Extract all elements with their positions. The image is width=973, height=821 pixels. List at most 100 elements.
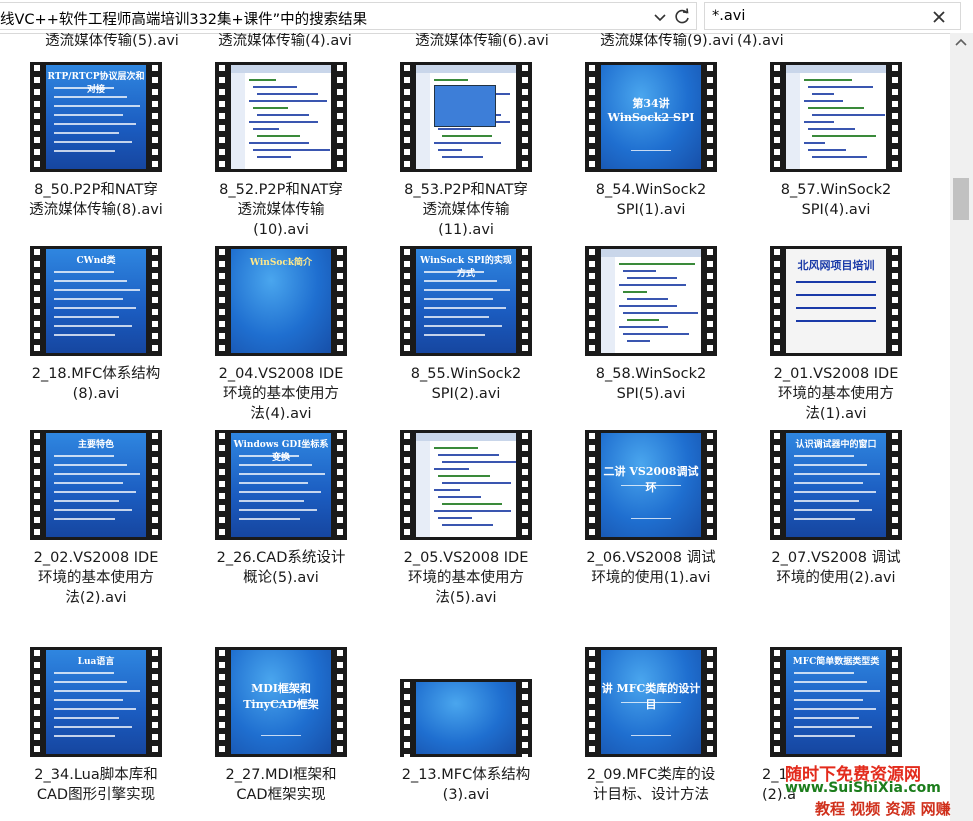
video-thumbnail[interactable] bbox=[400, 679, 532, 757]
video-thumbnail[interactable]: CWnd类 bbox=[30, 246, 162, 356]
video-thumbnail[interactable] bbox=[400, 62, 532, 172]
file-name[interactable]: 2_01.VS2008 IDE 环境的基本使用方 法(1).avi bbox=[746, 364, 926, 424]
file-name[interactable]: 2_18.MFC体系结构 (8).avi bbox=[6, 364, 186, 404]
file-label[interactable]: 透流媒体传输(6).avi bbox=[392, 33, 572, 49]
scrollbar-thumb[interactable] bbox=[953, 178, 969, 220]
video-thumbnail[interactable] bbox=[400, 430, 532, 540]
thumbnail-image: RTP/RTCP协议层次和对接 bbox=[46, 65, 146, 169]
thumbnail-title: WinSock简介 bbox=[249, 258, 313, 268]
film-perforation bbox=[215, 647, 229, 757]
thumbnail-image: Windows GDI坐标系变换 bbox=[231, 433, 331, 537]
video-thumbnail[interactable]: MFC简单数据类型类 bbox=[770, 647, 902, 757]
thumbnail-title: 二讲 VS2008调试环 bbox=[603, 465, 699, 494]
film-perforation bbox=[148, 430, 162, 540]
watermark-line: 教程 视频 资源 网赚 bbox=[815, 800, 951, 818]
address-path[interactable]: 线VC++软件工程师高端培训332集+课件”中的搜索结果 bbox=[0, 8, 367, 29]
chevron-down-icon[interactable] bbox=[652, 9, 668, 25]
file-label[interactable]: 透流媒体传输(4).avi bbox=[195, 33, 375, 49]
film-perforation bbox=[770, 430, 784, 540]
video-thumbnail[interactable] bbox=[585, 246, 717, 356]
file-name[interactable]: 8_57.WinSock2 SPI(4).avi bbox=[746, 180, 926, 220]
file-name[interactable]: 8_53.P2P和NAT穿 透流媒体传输 (11).avi bbox=[376, 180, 556, 240]
video-thumbnail[interactable]: WinSock简介 bbox=[215, 246, 347, 356]
file-name[interactable]: 2_04.VS2008 IDE 环境的基本使用方 法(4).avi bbox=[191, 364, 371, 424]
thumbnail-image bbox=[416, 65, 516, 169]
address-bar[interactable]: 线VC++软件工程师高端培训332集+课件”中的搜索结果 bbox=[0, 2, 697, 30]
thumbnail-image: MFC简单数据类型类 bbox=[786, 650, 886, 754]
video-thumbnail[interactable]: MDI框架和TinyCAD框架 bbox=[215, 647, 347, 757]
film-perforation bbox=[148, 647, 162, 757]
video-thumbnail[interactable] bbox=[215, 62, 347, 172]
file-name[interactable]: 2_13.MFC体系结构 (3).avi bbox=[376, 765, 556, 805]
film-perforation bbox=[703, 647, 717, 757]
video-thumbnail[interactable]: 主要特色 bbox=[30, 430, 162, 540]
film-perforation bbox=[333, 647, 347, 757]
film-perforation bbox=[215, 246, 229, 356]
video-thumbnail[interactable] bbox=[770, 62, 902, 172]
thumbnail-image bbox=[416, 682, 516, 754]
file-name[interactable]: 2_09.MFC类库的设 计目标、设计方法 bbox=[561, 765, 741, 805]
video-thumbnail[interactable]: Windows GDI坐标系变换 bbox=[215, 430, 347, 540]
file-name[interactable]: 2_07.VS2008 调试 环境的使用(2).avi bbox=[746, 548, 926, 588]
film-perforation bbox=[585, 246, 599, 356]
film-perforation bbox=[703, 430, 717, 540]
thumbnail-image: 认识调试器中的窗口 bbox=[786, 433, 886, 537]
file-name[interactable]: 8_50.P2P和NAT穿 透流媒体传输(8).avi bbox=[6, 180, 186, 220]
thumbnail-title: 第34讲 WinSock2 SPI bbox=[607, 97, 695, 124]
film-perforation bbox=[148, 62, 162, 172]
vertical-scrollbar[interactable] bbox=[950, 33, 973, 821]
thumbnail-title: MDI框架和TinyCAD框架 bbox=[243, 682, 319, 711]
thumbnail-image: 二讲 VS2008调试环 bbox=[601, 433, 701, 537]
search-box[interactable]: *.avi bbox=[704, 2, 961, 30]
scroll-up-icon[interactable] bbox=[955, 37, 967, 47]
film-perforation bbox=[30, 647, 44, 757]
film-perforation bbox=[585, 62, 599, 172]
watermark: 随时下免费资源网 www.SuiShiXia.com 教程 视频 资源 网赚 bbox=[785, 760, 973, 821]
close-icon[interactable] bbox=[931, 9, 947, 25]
thumbnail-image: MDI框架和TinyCAD框架 bbox=[231, 650, 331, 754]
film-perforation bbox=[333, 246, 347, 356]
thumbnail-title: 主要特色 bbox=[77, 440, 114, 450]
thumbnail-image bbox=[231, 65, 331, 169]
file-name[interactable]: 2_27.MDI框架和 CAD框架实现 bbox=[191, 765, 371, 805]
video-thumbnail[interactable]: 北风网项目培训 bbox=[770, 246, 902, 356]
file-name[interactable]: 2_02.VS2008 IDE 环境的基本使用方 法(2).avi bbox=[6, 548, 186, 608]
file-name[interactable]: 8_55.WinSock2 SPI(2).avi bbox=[376, 364, 556, 404]
film-perforation bbox=[770, 647, 784, 757]
file-name[interactable]: 8_54.WinSock2 SPI(1).avi bbox=[561, 180, 741, 220]
file-name[interactable]: 2_05.VS2008 IDE 环境的基本使用方 法(5).avi bbox=[376, 548, 556, 608]
video-thumbnail[interactable]: WinSock SPI的实现方式 bbox=[400, 246, 532, 356]
film-perforation bbox=[585, 430, 599, 540]
file-label[interactable]: 透流媒体传输(5).avi bbox=[22, 33, 202, 49]
top-bar: 线VC++软件工程师高端培训332集+课件”中的搜索结果 *.avi bbox=[0, 0, 973, 34]
video-thumbnail[interactable]: 认识调试器中的窗口 bbox=[770, 430, 902, 540]
thumbnail-image: WinSock SPI的实现方式 bbox=[416, 249, 516, 353]
video-thumbnail[interactable]: 讲 MFC类库的设计目 bbox=[585, 647, 717, 757]
file-name[interactable]: 2_34.Lua脚本库和 CAD图形引擎实现 bbox=[6, 765, 186, 805]
file-name[interactable]: 8_58.WinSock2 SPI(5).avi bbox=[561, 364, 741, 404]
thumbnail-title: MFC简单数据类型类 bbox=[792, 657, 880, 667]
video-thumbnail[interactable]: 第34讲 WinSock2 SPI bbox=[585, 62, 717, 172]
refresh-icon[interactable] bbox=[672, 7, 692, 27]
film-perforation bbox=[585, 647, 599, 757]
film-perforation bbox=[888, 430, 902, 540]
file-grid: 透流媒体传输(5).avi 透流媒体传输(4).avi 透流媒体传输(6).av… bbox=[0, 33, 950, 821]
thumbnail-image bbox=[601, 249, 701, 353]
video-thumbnail[interactable]: RTP/RTCP协议层次和对接 bbox=[30, 62, 162, 172]
file-name[interactable]: 8_52.P2P和NAT穿 透流媒体传输 (10).avi bbox=[191, 180, 371, 240]
file-label[interactable]: (4).avi bbox=[737, 33, 857, 49]
search-input[interactable]: *.avi bbox=[712, 8, 745, 24]
thumbnail-title: RTP/RTCP协议层次和对接 bbox=[47, 72, 145, 95]
file-label[interactable]: 透流媒体传输(9).avi bbox=[577, 33, 757, 49]
video-thumbnail[interactable]: Lua语言 bbox=[30, 647, 162, 757]
video-thumbnail[interactable]: 二讲 VS2008调试环 bbox=[585, 430, 717, 540]
film-perforation bbox=[518, 62, 532, 172]
film-perforation bbox=[333, 62, 347, 172]
film-perforation bbox=[703, 246, 717, 356]
film-perforation bbox=[518, 246, 532, 356]
thumbnail-image: 主要特色 bbox=[46, 433, 146, 537]
film-perforation bbox=[888, 62, 902, 172]
file-name[interactable]: 2_06.VS2008 调试 环境的使用(1).avi bbox=[561, 548, 741, 588]
film-perforation bbox=[215, 430, 229, 540]
file-name[interactable]: 2_26.CAD系统设计 概论(5).avi bbox=[191, 548, 371, 588]
